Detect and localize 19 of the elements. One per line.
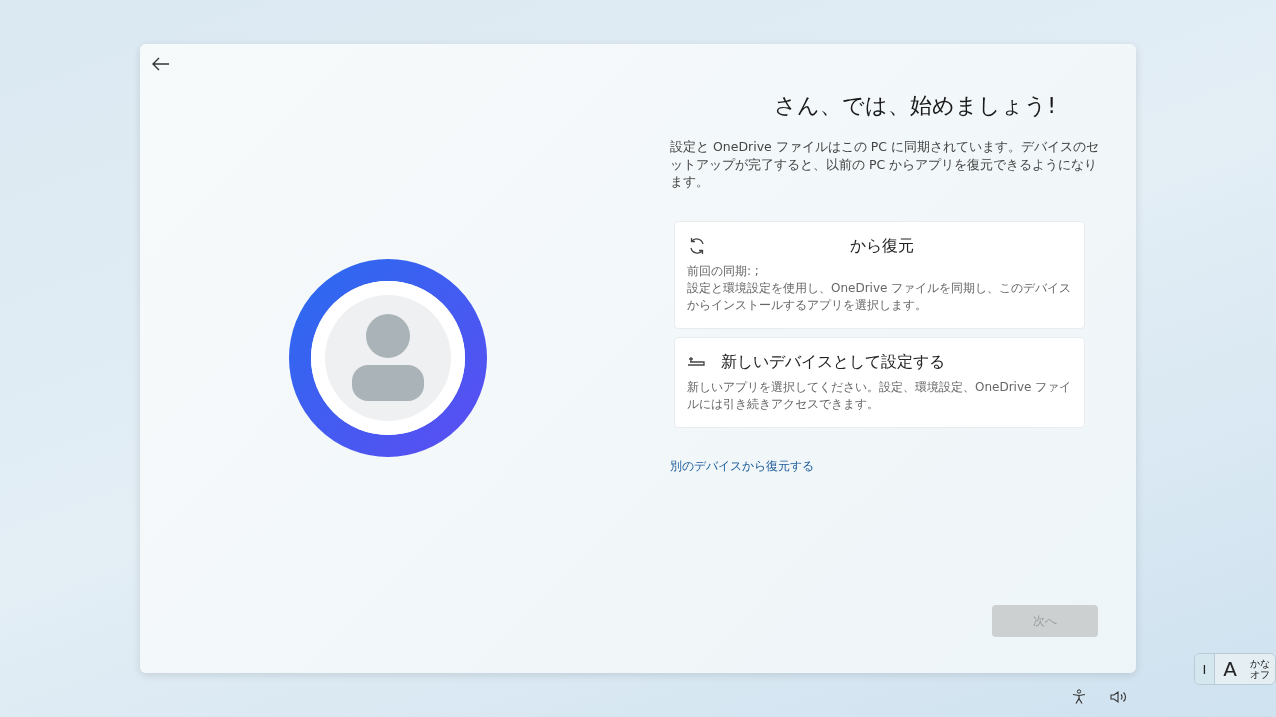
description-text: 設定と OneDrive ファイルはこの PC に同期されています。デバイスのセットアップが完了すると、以前の PC からアプリを復元できるようになります。 (670, 138, 1100, 191)
back-arrow-icon (152, 57, 170, 71)
input-mode-button[interactable]: A (1215, 654, 1245, 684)
kana-toggle-button[interactable]: かな オフ (1245, 654, 1275, 684)
restore-other-device-link[interactable]: 別のデバイスから復元する (670, 457, 814, 475)
option-card[interactable]: から復元 前回の同期: ; 設定と環境設定を使用し、OneDrive ファイルを同期し、このデバイスからインストールするアプリを選択します。 (674, 220, 1085, 329)
volume-icon[interactable] (1110, 690, 1128, 704)
laptop-icon (687, 355, 707, 369)
user-avatar-icon (288, 258, 488, 458)
option-title: 新しいデバイスとして設定する (721, 351, 945, 373)
page-title: さん、では、始めましょう! (773, 92, 1057, 120)
ime-cursor-button[interactable]: I (1195, 654, 1215, 684)
option-description: 設定と環境設定を使用し、OneDrive ファイルを同期し、このデバイスからインストールするアプリを選択します。 (687, 279, 1072, 314)
option-description: 新しいアプリを選択してください。設定、環境設定、OneDrive ファイルには引き続きアクセスできます。 (687, 378, 1072, 413)
option-title: から復元 (848, 235, 915, 257)
back-button[interactable] (150, 55, 172, 73)
option-card[interactable]: 新しいデバイスとして設定する 新しいアプリを選択してください。設定、環境設定、OneDrive ファイルには引き続きアクセスできます。 (674, 336, 1085, 428)
accessibility-icon[interactable] (1071, 689, 1087, 705)
option-description: 前回の同期: ; (687, 262, 760, 280)
